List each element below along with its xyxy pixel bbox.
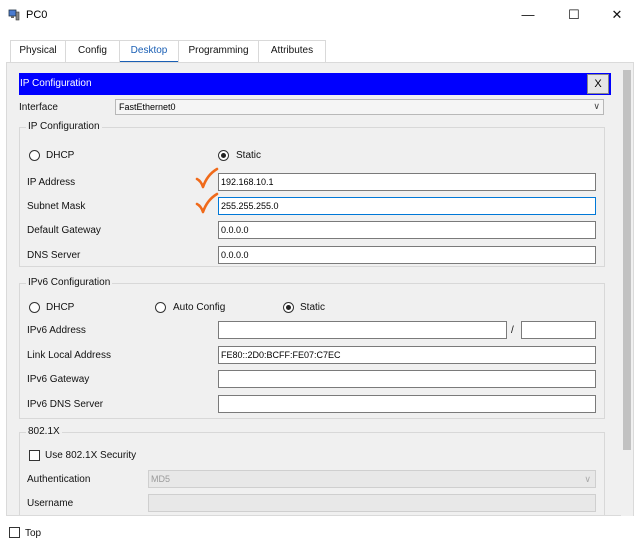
app-icon xyxy=(8,9,20,21)
vertical-scrollbar[interactable] xyxy=(621,70,633,516)
interface-select[interactable]: FastEthernet0 ∨ xyxy=(115,99,604,115)
ipv6-dns-label: IPv6 DNS Server xyxy=(27,399,104,410)
authentication-value: MD5 xyxy=(151,474,171,484)
ipv6-static-radio[interactable] xyxy=(283,302,294,313)
username-label: Username xyxy=(27,498,74,509)
authentication-select[interactable]: MD5 ∨ xyxy=(148,470,596,488)
tab-attributes[interactable]: Attributes xyxy=(258,40,326,62)
ipv6-dhcp-radio[interactable] xyxy=(29,302,40,313)
ipv6-dhcp-label: DHCP xyxy=(46,302,75,313)
minimize-button[interactable]: — xyxy=(505,0,551,30)
tab-programming[interactable]: Programming xyxy=(178,40,259,62)
ipv6-auto-config-radio[interactable] xyxy=(155,302,166,313)
ipv6-address-input[interactable] xyxy=(218,321,507,339)
tab-physical[interactable]: Physical xyxy=(10,40,66,62)
ip-config-header: IP Configuration X xyxy=(19,73,611,95)
subnet-mask-label: Subnet Mask xyxy=(27,201,86,212)
ip-address-label: IP Address xyxy=(27,177,76,188)
desktop-content: IP Configuration X Interface FastEtherne… xyxy=(6,62,634,516)
use-8021x-checkbox[interactable] xyxy=(29,450,40,461)
top-label: Top xyxy=(25,528,42,539)
title-bar: PC0 — ☐ ✕ xyxy=(0,0,640,30)
default-gateway-label: Default Gateway xyxy=(27,225,101,236)
ipv4-static-radio[interactable] xyxy=(218,150,229,161)
tab-desktop[interactable]: Desktop xyxy=(119,40,179,63)
top-checkbox[interactable] xyxy=(9,527,20,538)
ipv4-dhcp-label: DHCP xyxy=(46,150,75,161)
handwritten-checkmark-icon xyxy=(195,192,219,214)
prefix-separator: / xyxy=(511,325,514,336)
ipv6-dns-input[interactable] xyxy=(218,395,596,413)
ipv6-prefix-input[interactable] xyxy=(521,321,596,339)
ipv6-static-label: Static xyxy=(300,302,326,313)
ipv6-auto-config-label: Auto Config xyxy=(173,302,226,313)
interface-label: Interface xyxy=(19,102,58,113)
chevron-down-icon: ∨ xyxy=(584,474,591,484)
ip-config-title: IP Configuration xyxy=(20,78,92,89)
ipv4-dhcp-radio[interactable] xyxy=(29,150,40,161)
tab-config[interactable]: Config xyxy=(65,40,120,62)
dns-server-label: DNS Server xyxy=(27,250,81,261)
ipv6-address-label: IPv6 Address xyxy=(27,325,86,336)
subnet-mask-input[interactable]: 255.255.255.0 xyxy=(218,197,596,215)
tab-bar: Physical Config Desktop Programming Attr… xyxy=(0,40,640,63)
window-title: PC0 xyxy=(26,9,48,21)
ip-address-input[interactable]: 192.168.10.1 xyxy=(218,173,596,191)
ipv4-group-title: IP Configuration xyxy=(26,121,102,132)
interface-value: FastEthernet0 xyxy=(119,102,176,112)
link-local-label: Link Local Address xyxy=(27,350,111,361)
authentication-label: Authentication xyxy=(27,474,91,485)
dns-server-input[interactable]: 0.0.0.0 xyxy=(218,246,596,264)
chevron-down-icon: ∨ xyxy=(593,101,600,111)
use-8021x-label: Use 802.1X Security xyxy=(45,450,137,461)
dot1x-group-title: 802.1X xyxy=(26,426,62,437)
ipv6-gateway-input[interactable] xyxy=(218,370,596,388)
link-local-input[interactable]: FE80::2D0:BCFF:FE07:C7EC xyxy=(218,346,596,364)
ipv6-gateway-label: IPv6 Gateway xyxy=(27,374,90,385)
handwritten-checkmark-icon xyxy=(195,167,219,189)
username-input[interactable] xyxy=(148,494,596,512)
ipv6-group-title: IPv6 Configuration xyxy=(26,277,113,288)
maximize-button[interactable]: ☐ xyxy=(551,0,597,30)
ipv4-static-label: Static xyxy=(236,150,262,161)
close-button[interactable]: ✕ xyxy=(594,0,640,30)
default-gateway-input[interactable]: 0.0.0.0 xyxy=(218,221,596,239)
ip-config-close-button[interactable]: X xyxy=(587,74,609,94)
scrollbar-thumb[interactable] xyxy=(623,70,631,450)
